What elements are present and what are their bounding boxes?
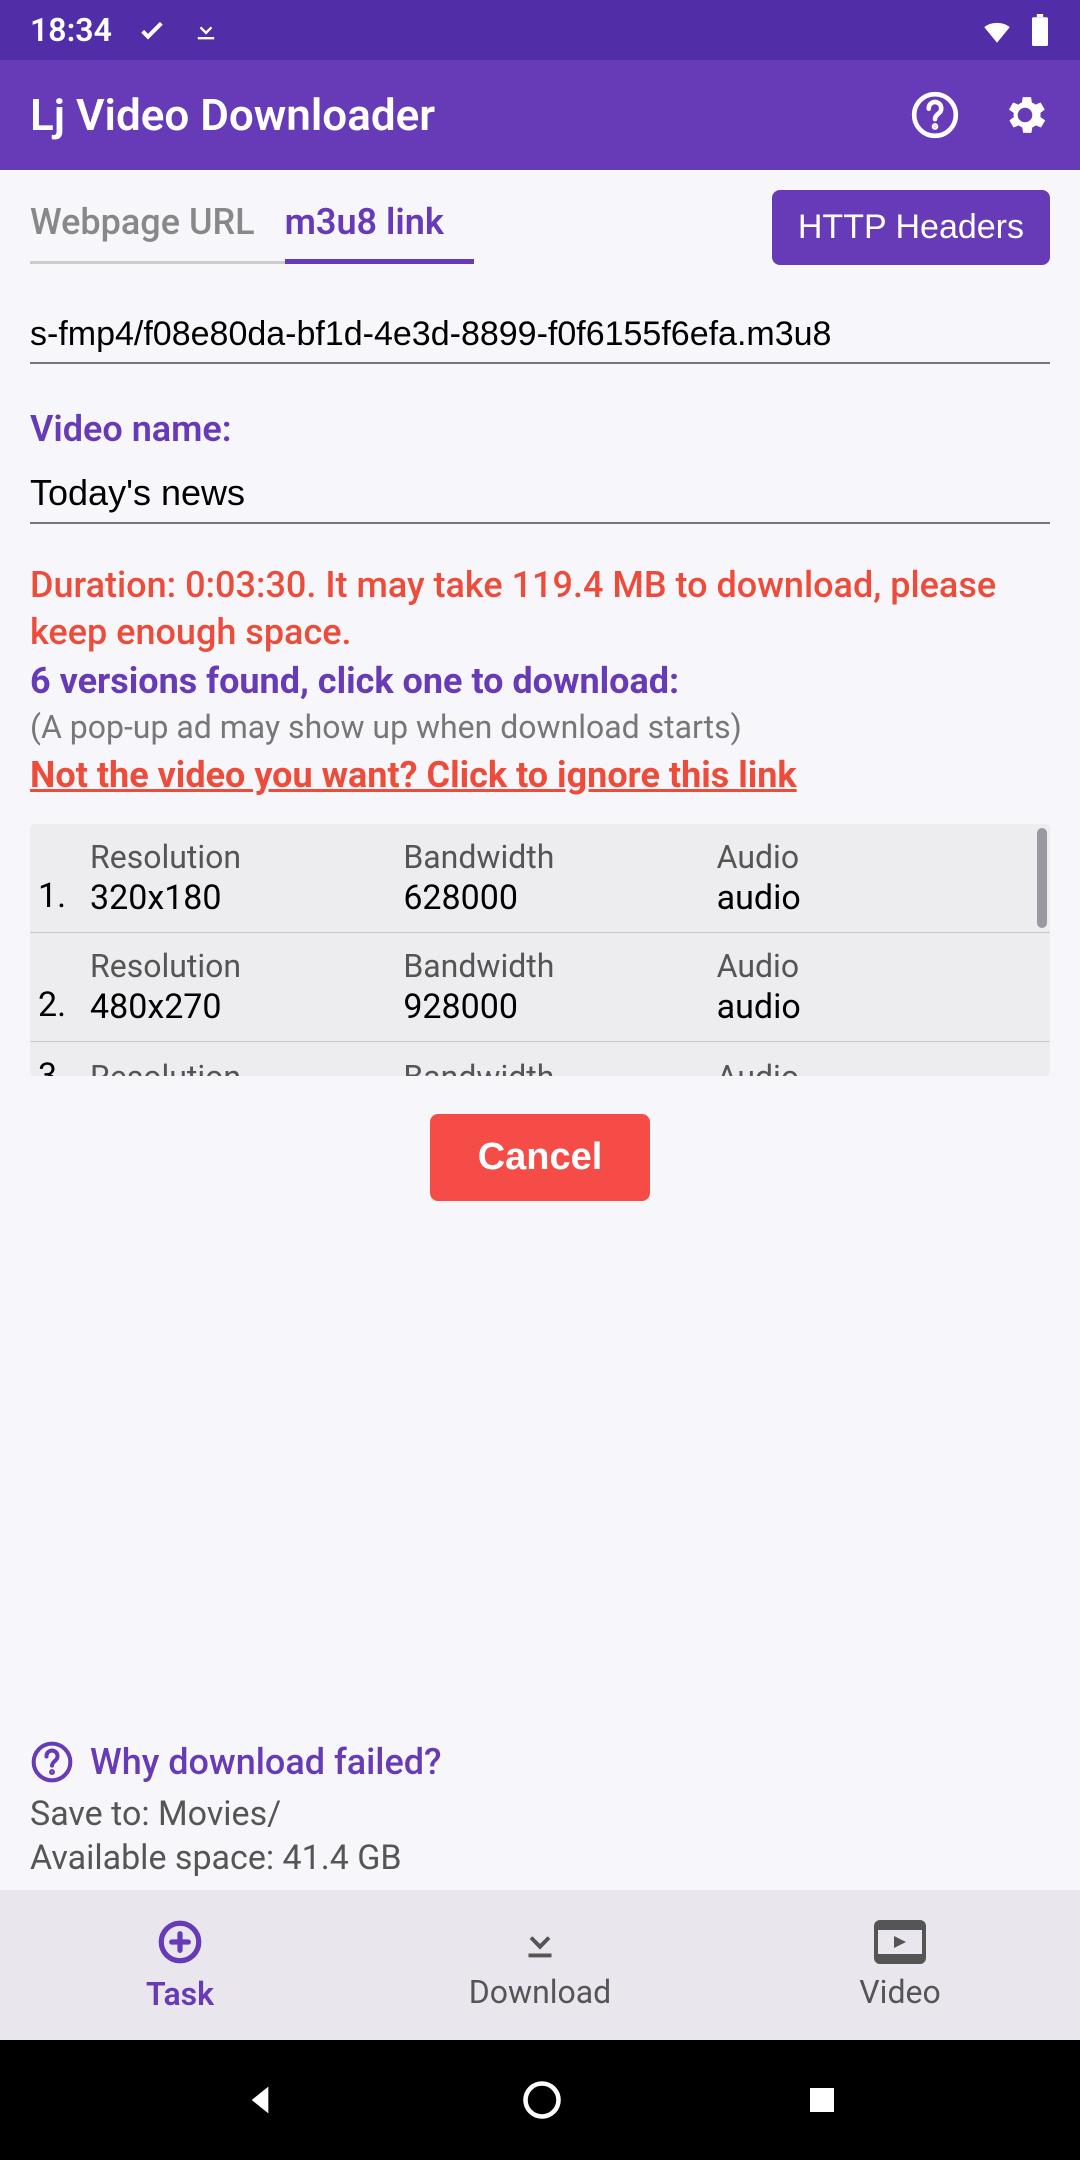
duration-message: Duration: 0:03:30. It may take 119.4 MB … bbox=[30, 562, 1050, 656]
why-download-failed-link[interactable]: Why download failed? bbox=[30, 1740, 1050, 1784]
bandwidth-value: 928000 bbox=[403, 987, 716, 1027]
versions-list[interactable]: 1. Resolution 320x180 Bandwidth 628000 A… bbox=[30, 824, 1050, 1076]
resolution-label: Resolution bbox=[90, 1058, 403, 1076]
audio-value: audio bbox=[717, 987, 1030, 1027]
bandwidth-label: Bandwidth bbox=[403, 838, 716, 876]
nav-task[interactable]: Task bbox=[0, 1890, 360, 2040]
version-index: 2. bbox=[30, 985, 90, 1027]
help-icon[interactable] bbox=[910, 90, 960, 140]
nav-download-label: Download bbox=[469, 1973, 611, 2011]
ignore-link[interactable]: Not the video you want? Click to ignore … bbox=[30, 754, 1050, 796]
bandwidth-label: Bandwidth bbox=[403, 947, 716, 985]
video-name-input[interactable] bbox=[30, 472, 1050, 524]
app-bar: Lj Video Downloader bbox=[0, 60, 1080, 170]
nav-video-label: Video bbox=[859, 1973, 940, 2011]
bandwidth-value: 628000 bbox=[403, 878, 716, 918]
check-icon bbox=[136, 14, 168, 46]
ad-note: (A pop-up ad may show up when download s… bbox=[30, 708, 1050, 746]
wifi-icon bbox=[980, 13, 1014, 47]
audio-label: Audio bbox=[717, 947, 1030, 985]
download-icon bbox=[517, 1919, 563, 1965]
footer-info: Why download failed? Save to: Movies/ Av… bbox=[0, 1740, 1080, 1890]
http-headers-button[interactable]: HTTP Headers bbox=[772, 190, 1050, 265]
resolution-label: Resolution bbox=[90, 947, 403, 985]
nav-download[interactable]: Download bbox=[360, 1890, 720, 2040]
status-time: 18:34 bbox=[30, 11, 112, 49]
audio-label: Audio bbox=[717, 1058, 1030, 1076]
download-icon bbox=[192, 16, 220, 44]
app-title: Lj Video Downloader bbox=[30, 89, 435, 141]
video-icon bbox=[874, 1919, 926, 1965]
version-row[interactable]: 1. Resolution 320x180 Bandwidth 628000 A… bbox=[30, 824, 1050, 933]
settings-icon[interactable] bbox=[1000, 90, 1050, 140]
cancel-button[interactable]: Cancel bbox=[430, 1114, 651, 1201]
version-row[interactable]: 3. Resolution Bandwidth Audio bbox=[30, 1042, 1050, 1076]
version-index: 3. bbox=[30, 1056, 90, 1076]
versions-found-message: 6 versions found, click one to download: bbox=[30, 660, 1050, 702]
url-input[interactable] bbox=[30, 315, 1050, 364]
why-failed-text: Why download failed? bbox=[90, 1741, 442, 1783]
video-name-label: Video name: bbox=[30, 408, 1050, 450]
bottom-nav: Task Download Video bbox=[0, 1890, 1080, 2040]
scroll-indicator[interactable] bbox=[1037, 828, 1047, 928]
version-row[interactable]: 2. Resolution 480x270 Bandwidth 928000 A… bbox=[30, 933, 1050, 1042]
status-bar: 18:34 bbox=[0, 0, 1080, 60]
help-icon bbox=[30, 1740, 74, 1784]
bandwidth-label: Bandwidth bbox=[403, 1058, 716, 1076]
tabs-row: Webpage URL m3u8 link HTTP Headers bbox=[0, 170, 1080, 265]
home-icon[interactable] bbox=[520, 2078, 564, 2122]
save-to-text: Save to: Movies/ bbox=[30, 1794, 1050, 1834]
resolution-value: 320x180 bbox=[90, 878, 403, 918]
audio-label: Audio bbox=[717, 838, 1030, 876]
tab-webpage-url[interactable]: Webpage URL bbox=[30, 191, 285, 264]
available-space-text: Available space: 41.4 GB bbox=[30, 1838, 1050, 1878]
nav-video[interactable]: Video bbox=[720, 1890, 1080, 2040]
battery-icon bbox=[1030, 14, 1050, 46]
system-nav-bar bbox=[0, 2040, 1080, 2160]
resolution-value: 480x270 bbox=[90, 987, 403, 1027]
tab-m3u8-link[interactable]: m3u8 link bbox=[285, 191, 474, 264]
version-index: 1. bbox=[30, 876, 90, 918]
nav-task-label: Task bbox=[146, 1975, 214, 2013]
resolution-label: Resolution bbox=[90, 838, 403, 876]
recent-icon[interactable] bbox=[804, 2082, 840, 2118]
back-icon[interactable] bbox=[240, 2080, 280, 2120]
plus-circle-icon bbox=[155, 1917, 205, 1967]
audio-value: audio bbox=[717, 878, 1030, 918]
